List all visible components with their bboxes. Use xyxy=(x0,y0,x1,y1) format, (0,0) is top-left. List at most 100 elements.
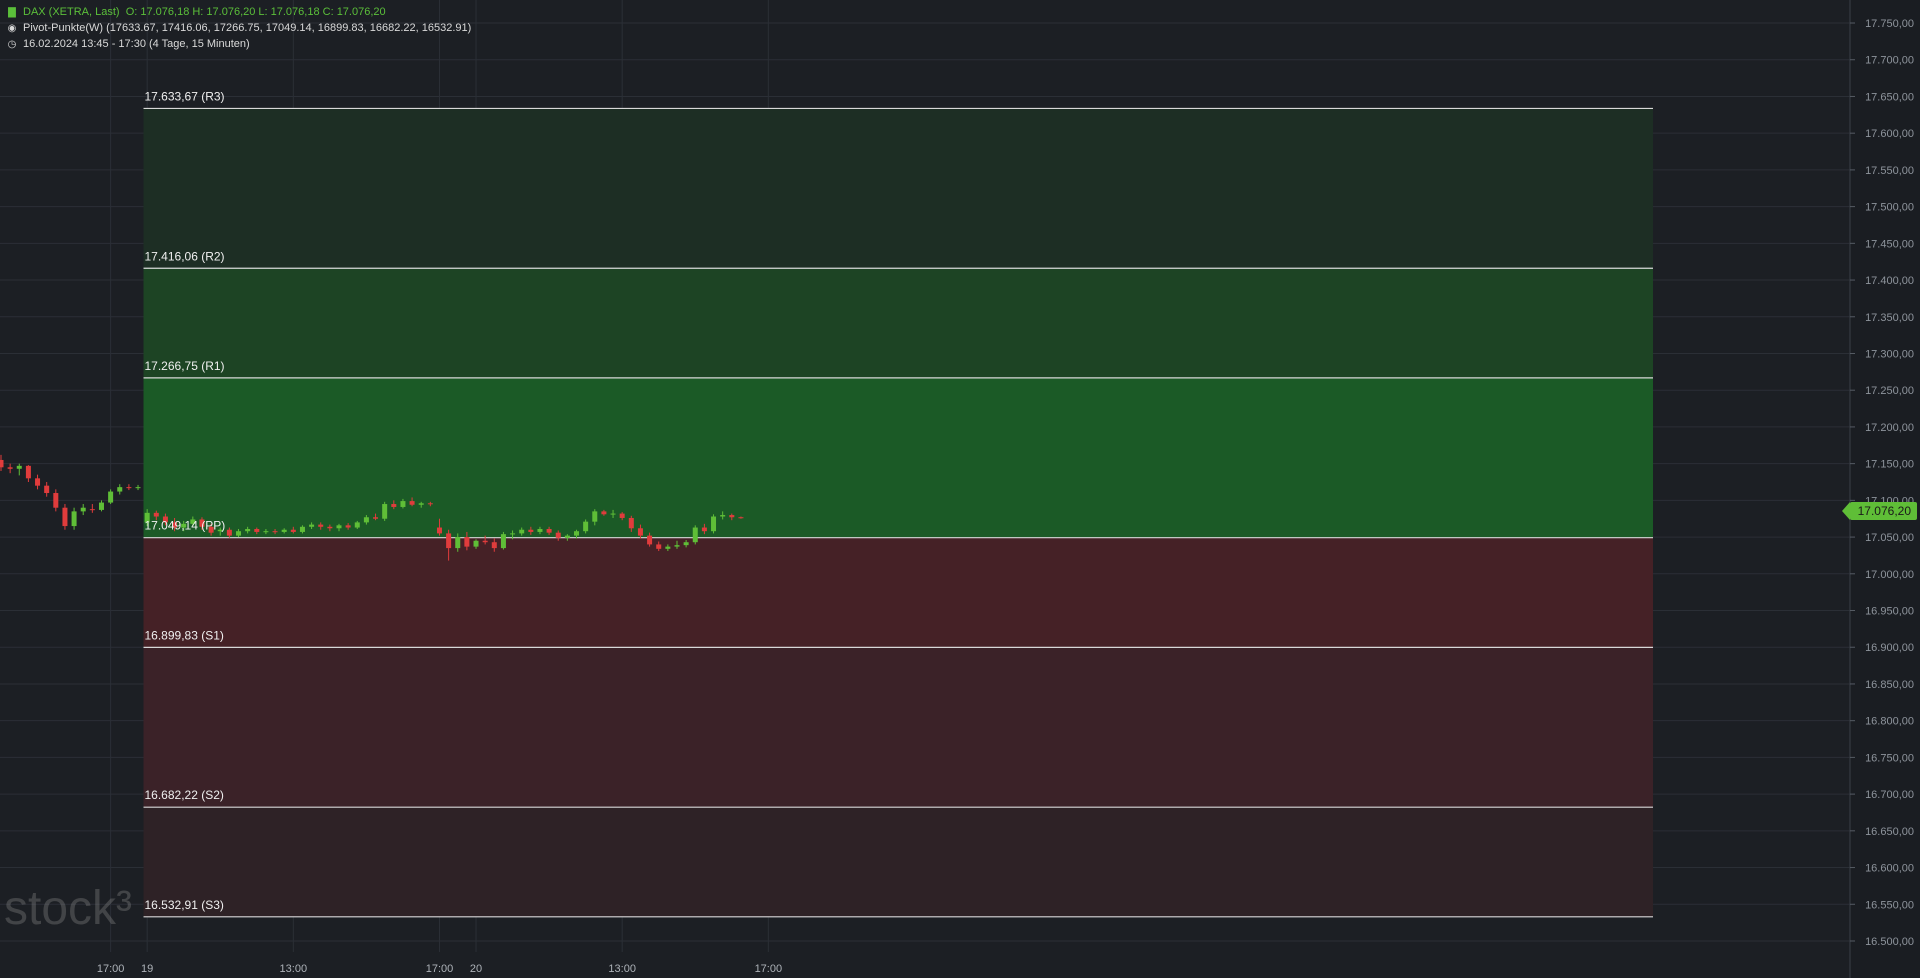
candle-body xyxy=(738,517,744,519)
pivot-level-label: 16.682,22 (S2) xyxy=(145,788,224,802)
candle-body xyxy=(53,493,59,508)
candle-body xyxy=(299,526,305,532)
candle-body xyxy=(500,534,506,549)
pivot-zone xyxy=(143,268,1654,378)
candle-body xyxy=(382,504,388,519)
candle-body xyxy=(619,513,625,518)
candle-body xyxy=(418,503,424,505)
candle-body xyxy=(473,540,479,547)
candle-body xyxy=(373,517,379,519)
candle-body xyxy=(628,517,634,529)
candle-body xyxy=(153,512,159,517)
pivot-level-label: 16.899,83 (S1) xyxy=(145,628,224,642)
candle-body xyxy=(446,533,452,549)
candle-body xyxy=(720,515,726,517)
candle-body xyxy=(363,517,369,523)
candle-body xyxy=(546,529,552,533)
price-tick-label: 16.900,00 xyxy=(1865,642,1914,654)
candle-body xyxy=(665,546,671,549)
candle-body xyxy=(391,504,397,507)
pivot-level-label: 16.532,91 (S3) xyxy=(145,898,224,912)
candle-body xyxy=(354,522,360,528)
candle-body xyxy=(637,528,643,536)
last-price-badge: 17.076,20 xyxy=(1841,502,1917,520)
candle-body xyxy=(135,487,141,489)
candle-body xyxy=(25,465,31,479)
candle-body xyxy=(510,533,516,535)
candle-body xyxy=(35,478,41,486)
pivot-level-label: 17.633,67 (R3) xyxy=(145,89,225,103)
time-tick-label: 17:00 xyxy=(97,963,125,975)
time-tick-label: 17:00 xyxy=(426,963,454,975)
candle-body xyxy=(464,537,470,547)
candle-body xyxy=(427,503,433,505)
candle-body xyxy=(519,529,525,534)
candle-body xyxy=(564,535,570,538)
period-readout: 16.02.2024 13:45 - 17:30 (4 Tage, 15 Min… xyxy=(23,38,250,50)
candle-body xyxy=(592,511,598,522)
candle-body xyxy=(528,529,534,532)
price-tick-label: 17.750,00 xyxy=(1865,18,1914,30)
price-tick-label: 17.450,00 xyxy=(1865,238,1914,250)
price-tick-label: 17.700,00 xyxy=(1865,55,1914,67)
price-tick-label: 16.650,00 xyxy=(1865,826,1914,838)
candle-body xyxy=(309,524,315,527)
candle-body xyxy=(555,532,561,538)
time-tick-label: 13:00 xyxy=(280,963,308,975)
pivot-zones xyxy=(143,108,1654,917)
price-tick-label: 17.200,00 xyxy=(1865,422,1914,434)
pivot-zone xyxy=(143,537,1654,648)
price-tick-label: 17.300,00 xyxy=(1865,348,1914,360)
pivot-level-label: 17.416,06 (R2) xyxy=(145,249,225,263)
candle-body xyxy=(117,487,123,492)
candle-body xyxy=(263,531,269,533)
candle-body xyxy=(226,529,232,536)
candle-body xyxy=(290,529,296,532)
price-tick-label: 17.000,00 xyxy=(1865,569,1914,581)
candle-body xyxy=(272,531,278,533)
candle-body xyxy=(71,511,77,527)
price-tick-label: 16.800,00 xyxy=(1865,716,1914,728)
candle-body xyxy=(126,487,132,489)
price-tick-label: 17.650,00 xyxy=(1865,91,1914,103)
candle-body xyxy=(245,529,251,532)
price-tick-label: 17.550,00 xyxy=(1865,165,1914,177)
pivot-zone xyxy=(143,647,1654,808)
price-chart[interactable]: stock³ 17.633,67 (R3) 17.416,06 (R2) 17.26… xyxy=(0,0,1920,978)
price-tick-label: 17.250,00 xyxy=(1865,385,1914,397)
price-tick-label: 17.500,00 xyxy=(1865,202,1914,214)
candle-body xyxy=(409,501,415,505)
candle-body xyxy=(647,535,653,545)
candle-body xyxy=(108,491,114,503)
candle-body xyxy=(656,544,662,549)
price-tick-label: 17.600,00 xyxy=(1865,128,1914,140)
indicator-header[interactable]: ◉ Pivot-Punkte(W) (17633.67, 17416.06, 17… xyxy=(6,21,472,36)
price-tick-label: 17.350,00 xyxy=(1865,312,1914,324)
price-tick-label: 17.400,00 xyxy=(1865,275,1914,287)
pivot-level-label: 17.266,75 (R1) xyxy=(145,359,225,373)
candle-body xyxy=(62,507,68,527)
pivot-zone xyxy=(143,108,1654,269)
chart-container: stock³ 17.633,67 (R3) 17.416,06 (R2) 17.26… xyxy=(0,0,1920,978)
time-tick-label: 17:00 xyxy=(755,963,783,975)
time-tick-label: 13:00 xyxy=(608,963,636,975)
instrument-name: DAX (XETRA, Last) xyxy=(23,6,120,18)
candle-body xyxy=(583,521,589,532)
candle-body xyxy=(98,502,104,510)
candle-body xyxy=(89,509,95,511)
candle-body xyxy=(7,467,13,469)
instrument-header: ▇ DAX (XETRA, Last) O: 17.076,18 H: 17.07… xyxy=(6,5,386,20)
candle-body xyxy=(336,525,342,529)
candle-body xyxy=(254,529,260,532)
candle-body xyxy=(281,529,287,532)
time-tick-label: 20 xyxy=(470,963,482,975)
candle-body xyxy=(44,485,50,494)
candle-body xyxy=(80,507,86,512)
price-tick-label: 17.050,00 xyxy=(1865,532,1914,544)
candle-body xyxy=(683,542,689,546)
pivot-level-label: 17.049,14 (PP) xyxy=(145,519,226,533)
candle-body xyxy=(491,542,497,549)
candle-body xyxy=(400,501,406,507)
watermark-logo: stock³ xyxy=(4,882,132,935)
candle-body xyxy=(574,531,580,536)
